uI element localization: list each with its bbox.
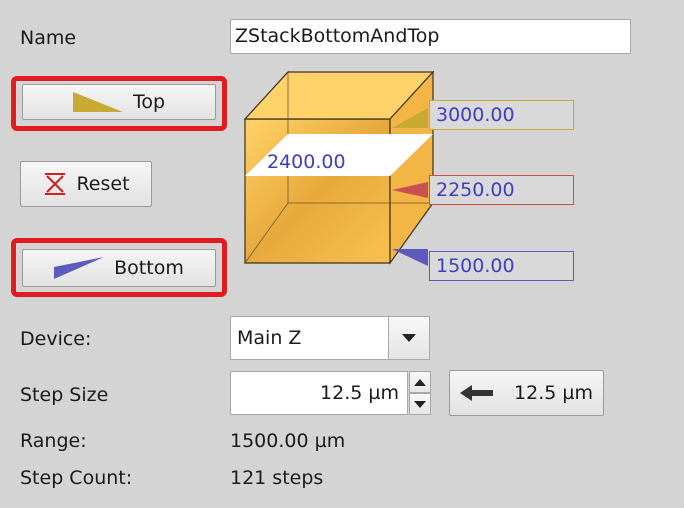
bottom-triangle-icon bbox=[54, 257, 105, 279]
step-count-label: Step Count: bbox=[20, 467, 133, 489]
apply-step-label: 12.5 µm bbox=[514, 382, 593, 404]
name-label: Name bbox=[20, 27, 77, 49]
step-up-button[interactable] bbox=[409, 371, 431, 393]
bottom-value-field[interactable]: 1500.00 bbox=[429, 251, 574, 281]
range-label: Range: bbox=[20, 430, 87, 452]
left-arrow-icon bbox=[460, 385, 493, 401]
reset-button[interactable]: Reset bbox=[20, 161, 152, 207]
bottom-button[interactable]: Bottom bbox=[22, 249, 216, 287]
device-label: Device: bbox=[20, 328, 92, 350]
top-button-label: Top bbox=[132, 91, 166, 113]
slice-value: 2400.00 bbox=[267, 151, 346, 173]
current-value-field[interactable]: 2250.00 bbox=[429, 175, 574, 205]
chevron-down-small-icon bbox=[414, 400, 426, 408]
reset-icon bbox=[45, 173, 66, 195]
step-down-button[interactable] bbox=[409, 393, 431, 415]
top-button[interactable]: Top bbox=[22, 84, 216, 120]
top-triangle-icon bbox=[72, 92, 123, 112]
name-input[interactable]: ZStackBottomAndTop bbox=[230, 19, 631, 54]
device-value: Main Z bbox=[237, 327, 302, 349]
chevron-down-icon[interactable] bbox=[388, 317, 429, 359]
reset-button-label: Reset bbox=[76, 173, 130, 195]
step-count-value: 121 steps bbox=[230, 467, 324, 489]
range-value: 1500.00 µm bbox=[230, 430, 346, 452]
bottom-button-label: Bottom bbox=[114, 257, 184, 279]
step-size-input[interactable]: 12.5 µm bbox=[230, 371, 408, 415]
step-size-label: Step Size bbox=[20, 384, 109, 406]
chevron-up-icon bbox=[414, 378, 426, 386]
device-select[interactable]: Main Z bbox=[230, 316, 430, 360]
apply-step-button[interactable]: 12.5 µm bbox=[449, 370, 604, 416]
top-value-field[interactable]: 3000.00 bbox=[429, 100, 574, 130]
